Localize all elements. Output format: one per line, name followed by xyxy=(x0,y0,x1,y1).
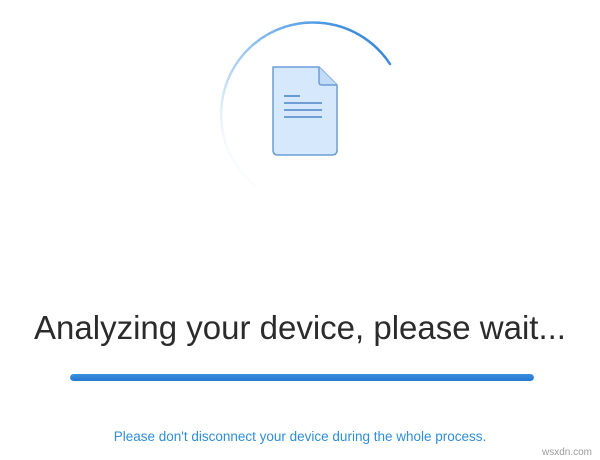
analyzing-screen: Analyzing your device, please wait... Pl… xyxy=(0,0,600,460)
progress-bar xyxy=(70,374,534,381)
status-headline: Analyzing your device, please wait... xyxy=(34,309,566,346)
document-icon xyxy=(272,66,338,156)
watermark: wsxdn.com xyxy=(541,447,592,458)
loading-spinner xyxy=(196,20,406,230)
progress-bar-fill xyxy=(70,374,534,381)
disconnect-warning: Please don't disconnect your device duri… xyxy=(113,429,487,444)
